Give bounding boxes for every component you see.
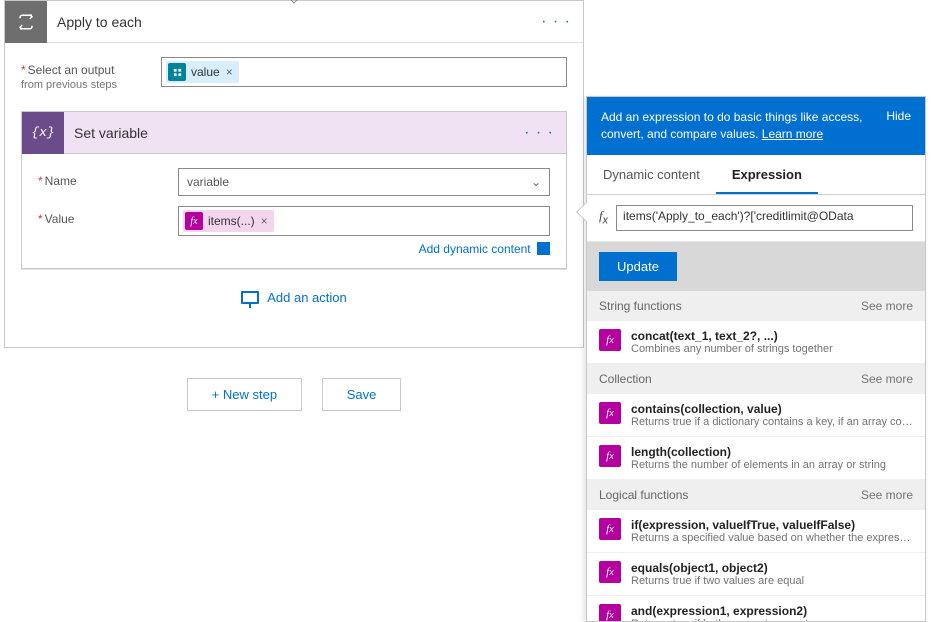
function-item[interactable]: fx contains(collection, value)Returns tru…: [587, 394, 925, 437]
name-label: *Name: [38, 168, 178, 188]
function-name: if(expression, valueIfTrue, valueIfFalse…: [631, 518, 913, 532]
function-item[interactable]: fx equals(object1, object2)Returns true i…: [587, 553, 925, 596]
new-step-button[interactable]: + New step: [187, 378, 302, 411]
function-name: and(expression1, expression2): [631, 604, 913, 618]
learn-more-link[interactable]: Learn more: [762, 127, 823, 141]
see-more-link[interactable]: See more: [861, 299, 913, 313]
add-action-button[interactable]: Add an action: [241, 290, 347, 305]
select-output-label: *Select an output from previous steps: [21, 57, 161, 91]
hide-panel-button[interactable]: Hide: [886, 109, 911, 143]
remove-pill-icon[interactable]: ×: [261, 214, 268, 228]
tab-dynamic-content[interactable]: Dynamic content: [587, 155, 716, 194]
function-desc: Returns a specified value based on wheth…: [631, 532, 913, 544]
function-desc: Combines any number of strings together: [631, 343, 913, 355]
function-name: length(collection): [631, 445, 913, 459]
fx-icon: fx: [599, 402, 621, 424]
fx-icon: fx: [599, 561, 621, 583]
function-section-header: CollectionSee more: [587, 364, 925, 394]
fx-icon: fx: [599, 445, 621, 467]
function-desc: Returns true if two values are equal: [631, 575, 913, 587]
apply-to-each-card: Apply to each · · · *Select an output fr…: [4, 0, 584, 348]
fx-icon: fx: [185, 212, 203, 230]
dataverse-icon: [168, 63, 186, 81]
function-section-header: Logical functionsSee more: [587, 480, 925, 510]
chevron-down-icon: ⌄: [531, 175, 541, 189]
update-button[interactable]: Update: [599, 252, 677, 281]
tab-expression[interactable]: Expression: [716, 155, 818, 194]
loop-icon: [5, 1, 47, 43]
apply-to-each-title: Apply to each: [47, 14, 541, 30]
select-output-input[interactable]: value ×: [161, 57, 567, 87]
fx-icon: fx: [599, 208, 608, 227]
set-variable-menu[interactable]: · · ·: [524, 124, 554, 142]
function-desc: Returns true if both parameters are true: [631, 618, 913, 621]
save-button[interactable]: Save: [322, 378, 402, 411]
set-variable-card: {x} Set variable · · · *Name variable ⌄: [21, 111, 567, 269]
function-item[interactable]: fx and(expression1, expression2)Returns t…: [587, 596, 925, 621]
see-more-link[interactable]: See more: [861, 372, 913, 386]
see-more-link[interactable]: See more: [861, 488, 913, 502]
panel-tip: Add an expression to do basic things lik…: [601, 109, 876, 143]
expression-panel: Add an expression to do basic things lik…: [586, 96, 926, 622]
add-dynamic-content-link[interactable]: Add dynamic content: [419, 242, 531, 256]
expression-input[interactable]: items('Apply_to_each')?['creditlimit@ODa…: [616, 205, 913, 231]
function-desc: Returns the number of elements in an arr…: [631, 459, 913, 471]
function-name: contains(collection, value): [631, 402, 913, 416]
function-desc: Returns true if a dictionary contains a …: [631, 416, 913, 428]
set-variable-title: Set variable: [64, 125, 524, 141]
function-name: concat(text_1, text_2?, ...): [631, 329, 913, 343]
remove-pill-icon[interactable]: ×: [226, 65, 233, 79]
value-pill-expression[interactable]: fx items(...) ×: [183, 210, 274, 232]
function-item[interactable]: fx length(collection)Returns the number o…: [587, 437, 925, 480]
variable-name-select[interactable]: variable ⌄: [178, 168, 550, 196]
fx-icon: fx: [599, 518, 621, 540]
fx-icon: fx: [599, 604, 621, 621]
apply-to-each-menu[interactable]: · · ·: [541, 13, 571, 31]
value-input[interactable]: fx items(...) ×: [178, 206, 550, 236]
function-list-scroll[interactable]: String functionsSee more fx concat(text_1,…: [587, 291, 925, 621]
add-action-icon: [241, 291, 259, 304]
function-section-header: String functionsSee more: [587, 291, 925, 321]
value-label: *Value: [38, 206, 178, 226]
collapse-panel-icon[interactable]: [537, 242, 550, 255]
output-pill-value[interactable]: value ×: [166, 61, 239, 83]
function-item[interactable]: fx concat(text_1, text_2?, ...)Combines a…: [587, 321, 925, 364]
function-name: equals(object1, object2): [631, 561, 913, 575]
function-item[interactable]: fx if(expression, valueIfTrue, valueIfFal…: [587, 510, 925, 553]
fx-icon: fx: [599, 329, 621, 351]
variable-icon: {x}: [22, 112, 64, 154]
